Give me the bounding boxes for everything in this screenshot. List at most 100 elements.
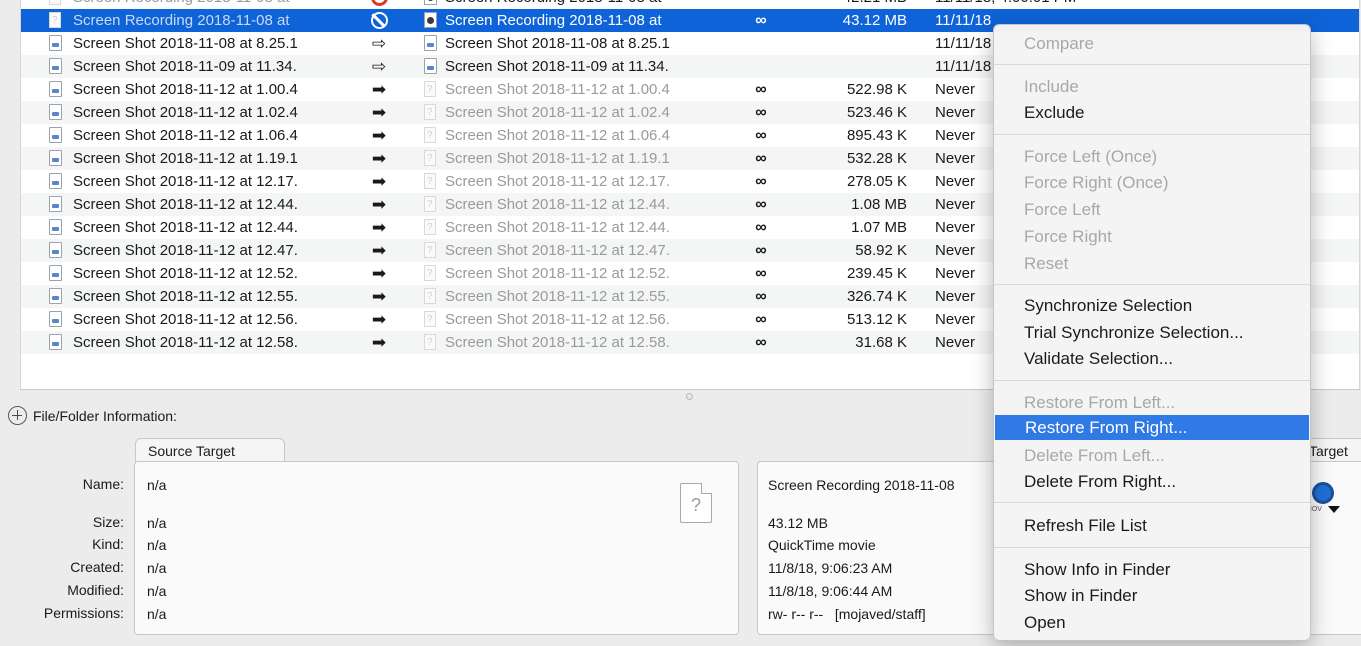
link-indicator: ∞ xyxy=(755,311,767,328)
menu-item-trial-synchronize-selection[interactable]: Trial Synchronize Selection... xyxy=(994,320,1310,345)
link-indicator: ∞ xyxy=(755,12,767,29)
menu-item-delete-from-right[interactable]: Delete From Right... xyxy=(994,469,1310,494)
source-name-value: n/a xyxy=(147,477,167,493)
arrow-right-icon: ➡ xyxy=(371,264,387,283)
info-disclosure[interactable]: File/Folder Information: xyxy=(8,405,177,427)
target-created-value: 11/8/18, 9:06:23 AM xyxy=(768,560,893,576)
menu-separator xyxy=(994,547,1310,548)
arrow-right-icon: ➡ xyxy=(371,310,387,329)
menu-item-synchronize-selection[interactable]: Synchronize Selection xyxy=(994,293,1310,318)
right-file-name: Screen Shot 2018-11-12 at 12.44. xyxy=(445,219,670,236)
right-file-name: Screen Shot 2018-11-12 at 1.02.4 xyxy=(445,104,670,121)
link-indicator: ∞ xyxy=(755,334,767,351)
missing-file-icon xyxy=(424,147,436,170)
link-indicator: ∞ xyxy=(755,150,767,167)
image-file-icon xyxy=(49,103,62,120)
menu-separator xyxy=(994,380,1310,381)
link-indicator: ∞ xyxy=(755,127,767,144)
image-file-icon xyxy=(49,126,62,143)
menu-item-open[interactable]: Open xyxy=(994,610,1310,635)
tab-source-target[interactable]: Source Target xyxy=(135,438,285,462)
arrow-right-icon: ➡ xyxy=(371,287,387,306)
missing-file-icon xyxy=(424,216,436,239)
left-file-name: Screen Shot 2018-11-12 at 1.19.1 xyxy=(73,150,298,167)
source-permissions-value: n/a xyxy=(147,606,167,622)
link-indicator: ∞ xyxy=(755,288,767,305)
menu-item-compare[interactable]: Compare xyxy=(994,31,1310,56)
file-size: 43.12 MB xyxy=(842,12,907,29)
menu-item-show-info-in-finder[interactable]: Show Info in Finder xyxy=(994,557,1310,582)
missing-file-icon xyxy=(424,78,436,101)
target-permissions-value: rw- r-- r-- [mojaved/staff] xyxy=(768,606,926,622)
movie-file-icon xyxy=(424,11,437,28)
arrow-right-icon: ➡ xyxy=(371,103,387,122)
image-file-icon xyxy=(49,310,62,327)
menu-item-restore-from-left[interactable]: Restore From Left... xyxy=(994,390,1310,415)
arrow-right-icon: ➡ xyxy=(371,241,387,260)
conflict-icon xyxy=(370,0,388,6)
file-size: 895.43 K xyxy=(846,127,907,144)
image-file-icon xyxy=(49,333,62,350)
plus-circle-icon[interactable] xyxy=(8,406,27,426)
arrow-right-icon: ➡ xyxy=(371,218,387,237)
link-indicator: ∞ xyxy=(755,104,767,121)
image-file-icon xyxy=(49,149,62,166)
target-kind-value: QuickTime movie xyxy=(768,537,876,553)
image-file-icon xyxy=(49,80,62,97)
left-file-name: Screen Shot 2018-11-12 at 1.02.4 xyxy=(73,104,298,121)
right-file-name: Screen Shot 2018-11-12 at 12.17. xyxy=(445,173,670,190)
split-view-handle[interactable] xyxy=(686,393,693,400)
menu-item-force-left[interactable]: Force Left xyxy=(994,197,1310,222)
menu-item-restore-from-right[interactable]: Restore From Right... xyxy=(995,415,1309,440)
missing-file-icon xyxy=(424,170,436,193)
table-row[interactable]: Screen Recording 2018-11-08 at Screen Re… xyxy=(21,0,1359,9)
right-file-name: Screen Shot 2018-11-12 at 12.58. xyxy=(445,334,670,351)
menu-item-force-right-once[interactable]: Force Right (Once) xyxy=(994,170,1310,195)
menu-item-validate-selection[interactable]: Validate Selection... xyxy=(994,346,1310,371)
menu-item-include[interactable]: Include xyxy=(994,74,1310,99)
target-size-value: 43.12 MB xyxy=(768,515,828,531)
outline-arrow-right-icon: ⇨ xyxy=(371,57,387,76)
file-size: 326.74 K xyxy=(846,288,907,305)
link-indicator: ∞ xyxy=(755,81,767,98)
arrow-right-icon: ➡ xyxy=(371,172,387,191)
menu-item-force-right[interactable]: Force Right xyxy=(994,224,1310,249)
right-file-name: Screen Shot 2018-11-12 at 12.55. xyxy=(445,288,670,305)
left-file-name: Screen Shot 2018-11-12 at 12.17. xyxy=(73,173,298,190)
source-kind-value: n/a xyxy=(147,537,167,553)
menu-item-delete-from-left[interactable]: Delete From Left... xyxy=(994,443,1310,468)
image-file-icon xyxy=(424,34,437,51)
left-file-name: Screen Shot 2018-11-12 at 12.52. xyxy=(73,265,298,282)
file-size: 1.08 MB xyxy=(851,196,907,213)
right-file-name: Screen Shot 2018-11-12 at 12.44. xyxy=(445,196,670,213)
right-file-name: Screen Shot 2018-11-08 at 8.25.1 xyxy=(445,35,670,52)
source-modified-value: n/a xyxy=(147,583,167,599)
missing-file-icon xyxy=(424,262,436,285)
image-file-icon xyxy=(49,264,62,281)
unknown-file-icon xyxy=(680,483,712,523)
missing-file-icon xyxy=(49,0,61,9)
missing-file-icon xyxy=(424,124,436,147)
file-size: 532.28 K xyxy=(846,150,907,167)
menu-separator xyxy=(994,502,1310,503)
menu-separator xyxy=(994,64,1310,65)
info-header-label: File/Folder Information: xyxy=(33,408,177,424)
image-file-icon xyxy=(49,195,62,212)
menu-item-exclude[interactable]: Exclude xyxy=(994,100,1310,125)
menu-item-refresh-file-list[interactable]: Refresh File List xyxy=(994,513,1310,538)
missing-file-icon xyxy=(424,285,436,308)
menu-item-force-left-once[interactable]: Force Left (Once) xyxy=(994,144,1310,169)
right-file-name: Screen Shot 2018-11-12 at 1.00.4 xyxy=(445,81,670,98)
image-file-icon xyxy=(49,287,62,304)
right-file-name: Screen Shot 2018-11-09 at 11.34. xyxy=(445,58,669,75)
context-menu[interactable]: Compare Include Exclude Force Left (Once… xyxy=(993,24,1311,641)
image-file-icon xyxy=(49,57,62,74)
right-file-name: Screen Shot 2018-11-12 at 12.56. xyxy=(445,311,670,328)
menu-item-reset[interactable]: Reset xyxy=(994,251,1310,276)
permissions-label: Permissions: xyxy=(43,605,124,621)
link-indicator: ∞ xyxy=(755,242,767,259)
menu-item-show-in-finder[interactable]: Show in Finder xyxy=(994,583,1310,608)
image-file-icon xyxy=(49,218,62,235)
sync-date: 11/11/18, 4:00:01 PM xyxy=(935,0,1235,9)
left-file-name: Screen Shot 2018-11-12 at 12.44. xyxy=(73,219,298,236)
